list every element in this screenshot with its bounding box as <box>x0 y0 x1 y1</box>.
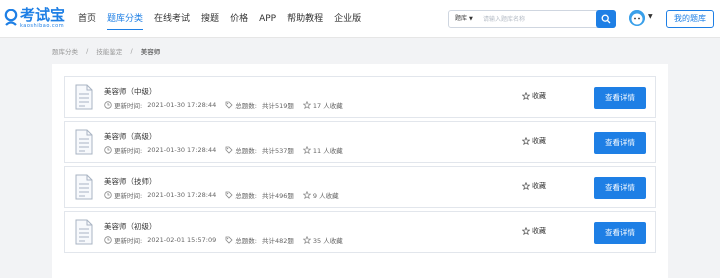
breadcrumb-item-current: 美容师 <box>140 48 161 56</box>
view-detail-button[interactable]: 查看详情 <box>594 87 646 109</box>
favorite-button[interactable]: 收藏 <box>522 226 546 236</box>
star-outline-icon <box>522 227 530 235</box>
view-detail-button[interactable]: 查看详情 <box>594 177 646 199</box>
update-time-label: 更新时间: <box>114 192 143 200</box>
top-header: 考试宝 kaoshibao.com 首页 题库分类 在线考试 搜题 价格 APP… <box>0 0 720 38</box>
favorite-label: 收藏 <box>532 92 546 100</box>
user-avatar[interactable] <box>629 10 645 26</box>
search-icon <box>601 14 611 24</box>
list-item: 美容师（初级） 更新时间: 2021-02-01 15:57:09 总题数: 共… <box>64 211 656 253</box>
bank-title[interactable]: 美容师（中级） <box>104 86 157 97</box>
clock-icon <box>104 146 112 154</box>
favorite-button[interactable]: 收藏 <box>522 181 546 191</box>
favorite-label: 收藏 <box>532 182 546 190</box>
bank-meta: 更新时间: 2021-01-30 17:28:44 总题数: 共计537题 11… <box>104 145 343 155</box>
star-outline-icon <box>522 92 530 100</box>
total-questions-label: 总题数: <box>235 237 257 245</box>
breadcrumb-separator: / <box>86 47 89 55</box>
clock-icon <box>104 191 112 199</box>
total-questions-label: 总题数: <box>235 102 257 110</box>
document-icon <box>75 84 93 110</box>
star-outline-icon <box>302 101 311 109</box>
clock-icon <box>104 236 112 244</box>
update-time-label: 更新时间: <box>114 237 143 245</box>
bank-title[interactable]: 美容师（技师） <box>104 176 157 187</box>
logo-subtext: kaoshibao.com <box>20 23 65 29</box>
my-question-bank-button[interactable]: 我的题库 <box>666 10 714 28</box>
update-time-value: 2021-01-30 17:28:44 <box>147 146 217 154</box>
clock-icon <box>104 101 112 109</box>
bank-meta: 更新时间: 2021-02-01 15:57:09 总题数: 共计482题 35… <box>104 235 343 245</box>
favorite-label: 收藏 <box>532 137 546 145</box>
nav-help[interactable]: 帮助教程 <box>287 0 323 38</box>
list-item: 美容师（中级） 更新时间: 2021-01-30 17:28:44 总题数: 共… <box>64 76 656 118</box>
favorite-count: 11 人收藏 <box>312 147 343 155</box>
bank-meta: 更新时间: 2021-01-30 17:28:44 总题数: 共计519题 17… <box>104 100 343 110</box>
logo-text: 考试宝 <box>20 6 66 24</box>
breadcrumb-item-skill[interactable]: 技能鉴定 <box>96 48 122 56</box>
favorite-count: 35 人收藏 <box>312 237 343 245</box>
nav-app[interactable]: APP <box>259 0 276 38</box>
star-outline-icon <box>302 236 311 244</box>
user-menu-caret-icon[interactable]: ▼ <box>648 13 653 20</box>
update-time-value: 2021-01-30 17:28:44 <box>147 191 217 199</box>
search-box: 题库 ▼ <box>448 10 616 28</box>
update-time-value: 2021-02-01 15:57:09 <box>147 236 217 244</box>
view-detail-button[interactable]: 查看详情 <box>594 222 646 244</box>
list-item: 美容师（高级） 更新时间: 2021-01-30 17:28:44 总题数: 共… <box>64 121 656 163</box>
view-detail-button[interactable]: 查看详情 <box>594 132 646 154</box>
search-button[interactable] <box>596 10 616 28</box>
favorite-count: 9 人收藏 <box>312 192 339 200</box>
search-input[interactable] <box>483 12 593 26</box>
total-questions-label: 总题数: <box>235 147 257 155</box>
bank-meta: 更新时间: 2021-01-30 17:28:44 总题数: 共计496题 9 … <box>104 190 339 200</box>
nav-home[interactable]: 首页 <box>78 0 96 38</box>
tag-icon <box>225 146 233 154</box>
list-item: 美容师（技师） 更新时间: 2021-01-30 17:28:44 总题数: 共… <box>64 166 656 208</box>
site-logo[interactable]: 考试宝 kaoshibao.com <box>4 6 68 32</box>
total-questions-value: 共计482题 <box>261 237 294 245</box>
breadcrumb-separator: / <box>130 47 133 55</box>
nav-search-question[interactable]: 搜题 <box>201 0 219 38</box>
nav-question-bank-category[interactable]: 题库分类 <box>107 0 144 38</box>
nav-enterprise[interactable]: 企业版 <box>334 0 361 38</box>
search-type-label: 题库 <box>455 15 468 22</box>
favorite-button[interactable]: 收藏 <box>522 91 546 101</box>
tag-icon <box>225 101 233 109</box>
bank-title[interactable]: 美容师（初级） <box>104 221 157 232</box>
breadcrumb-item-category[interactable]: 题库分类 <box>52 48 78 56</box>
favorite-count: 17 人收藏 <box>312 102 343 110</box>
favorite-label: 收藏 <box>532 227 546 235</box>
question-bank-list: 美容师（中级） 更新时间: 2021-01-30 17:28:44 总题数: 共… <box>52 64 668 278</box>
star-outline-icon <box>522 137 530 145</box>
total-questions-value: 共计496题 <box>261 192 294 200</box>
nav-online-exam[interactable]: 在线考试 <box>154 0 190 38</box>
total-questions-label: 总题数: <box>235 192 257 200</box>
logo-icon <box>4 9 18 26</box>
star-outline-icon <box>302 146 311 154</box>
bank-title[interactable]: 美容师（高级） <box>104 131 157 142</box>
tag-icon <box>225 236 233 244</box>
star-outline-icon <box>302 191 311 199</box>
document-icon <box>75 174 93 200</box>
total-questions-value: 共计519题 <box>261 102 294 110</box>
star-outline-icon <box>522 182 530 190</box>
chevron-down-icon: ▼ <box>469 16 473 22</box>
document-icon <box>75 219 93 245</box>
total-questions-value: 共计537题 <box>261 147 294 155</box>
tag-icon <box>225 191 233 199</box>
search-type-select[interactable]: 题库 ▼ <box>455 11 473 27</box>
update-time-label: 更新时间: <box>114 147 143 155</box>
breadcrumb: 题库分类 / 技能鉴定 / 美容师 <box>52 46 160 56</box>
update-time-label: 更新时间: <box>114 102 143 110</box>
nav-price[interactable]: 价格 <box>230 0 248 38</box>
update-time-value: 2021-01-30 17:28:44 <box>147 101 217 109</box>
avatar-face-icon <box>629 10 645 26</box>
document-icon <box>75 129 93 155</box>
favorite-button[interactable]: 收藏 <box>522 136 546 146</box>
main-nav: 首页 题库分类 在线考试 搜题 价格 APP 帮助教程 企业版 <box>78 0 372 38</box>
